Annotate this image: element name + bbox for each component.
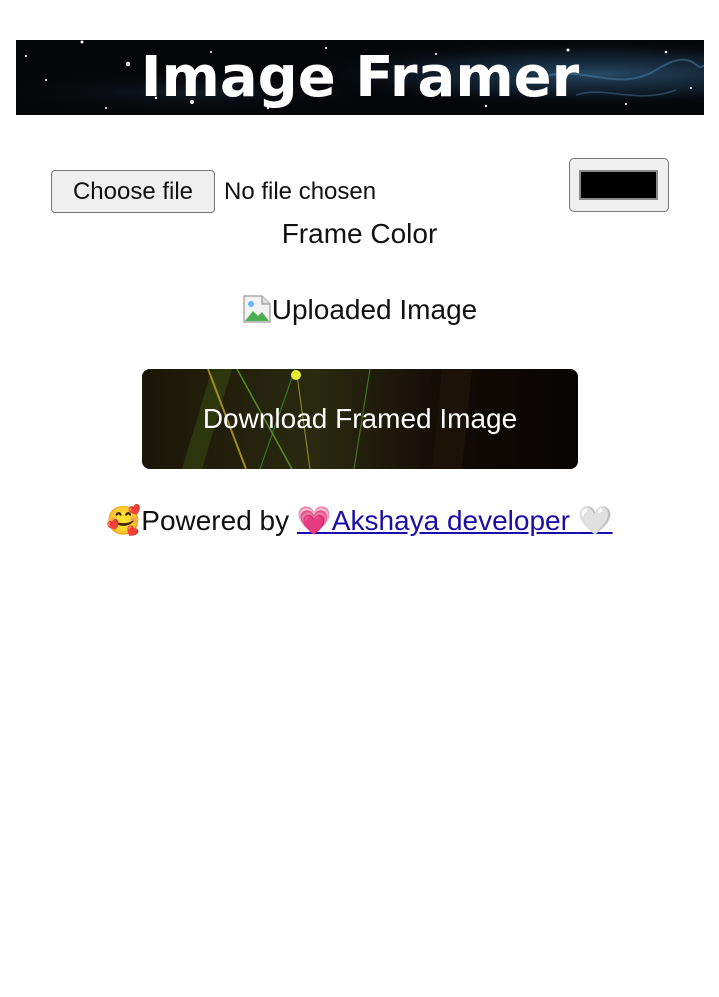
- color-swatch: [579, 170, 658, 200]
- growing-heart-icon: 💗: [296, 505, 332, 536]
- frame-color-label: Frame Color: [281, 218, 438, 249]
- header-banner: Image Framer: [16, 40, 704, 115]
- developer-link-text: Akshaya developer: [331, 505, 578, 536]
- app-title: Image Framer: [140, 45, 580, 110]
- frame-color-picker[interactable]: [569, 158, 669, 212]
- uploaded-image-alt-text: Uploaded Image: [271, 294, 478, 325]
- download-button-label: Download Framed Image: [202, 403, 518, 434]
- page: Image Framer Choose file No file chosen …: [0, 0, 719, 997]
- choose-file-button[interactable]: Choose file: [51, 170, 215, 213]
- file-status-text: No file chosen: [224, 178, 377, 205]
- uploaded-image-placeholder: Uploaded Image: [0, 290, 719, 330]
- download-framed-image-button[interactable]: Download Framed Image: [142, 369, 578, 469]
- developer-link[interactable]: 💗Akshaya developer 🤍: [297, 505, 613, 536]
- white-heart-icon: 🤍: [577, 505, 613, 536]
- powered-by-footer: 🥰Powered by 💗Akshaya developer 🤍: [0, 500, 719, 542]
- smiling-face-with-hearts-icon: 🥰: [106, 505, 142, 536]
- powered-by-text: Powered by: [141, 505, 297, 536]
- broken-image-icon: [243, 295, 271, 323]
